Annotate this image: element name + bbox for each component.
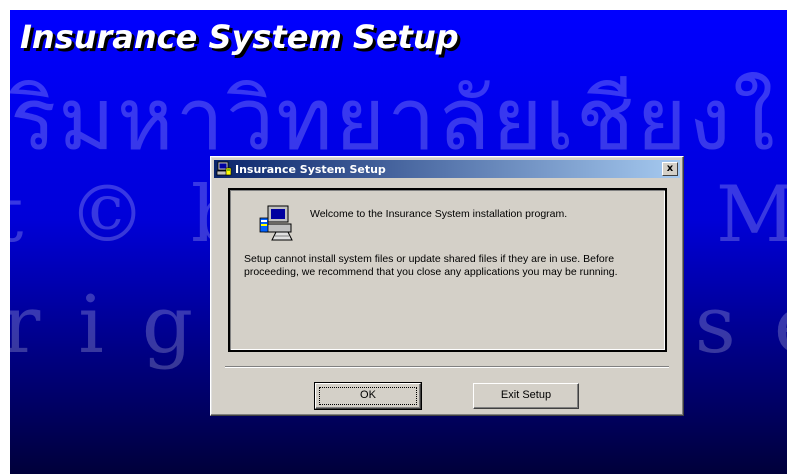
dialog-titlebar[interactable]: Insurance System Setup x [214, 160, 680, 178]
setup-computer-icon [216, 161, 232, 176]
exit-setup-button-label: Exit Setup [500, 389, 552, 401]
welcome-text: Welcome to the Insurance System installa… [310, 208, 568, 220]
setup-computer-icon [259, 205, 293, 241]
message-panel: Welcome to the Insurance System installa… [228, 188, 667, 352]
focus-rectangle [319, 387, 417, 405]
setup-title: Insurance System Setup [20, 18, 459, 56]
close-button[interactable]: x [662, 162, 678, 176]
separator [225, 366, 669, 368]
ok-button[interactable]: OK [314, 382, 422, 410]
setup-dialog: Insurance System Setup x Welcome to the … [210, 156, 684, 416]
setup-background: ริมหาวิทยาลัยเชียงใ t © by Chiang Mai Un… [10, 10, 787, 474]
warning-text: Setup cannot install system files or upd… [244, 253, 618, 278]
exit-setup-button[interactable]: Exit Setup [473, 383, 579, 409]
dialog-title: Insurance System Setup [235, 162, 386, 176]
